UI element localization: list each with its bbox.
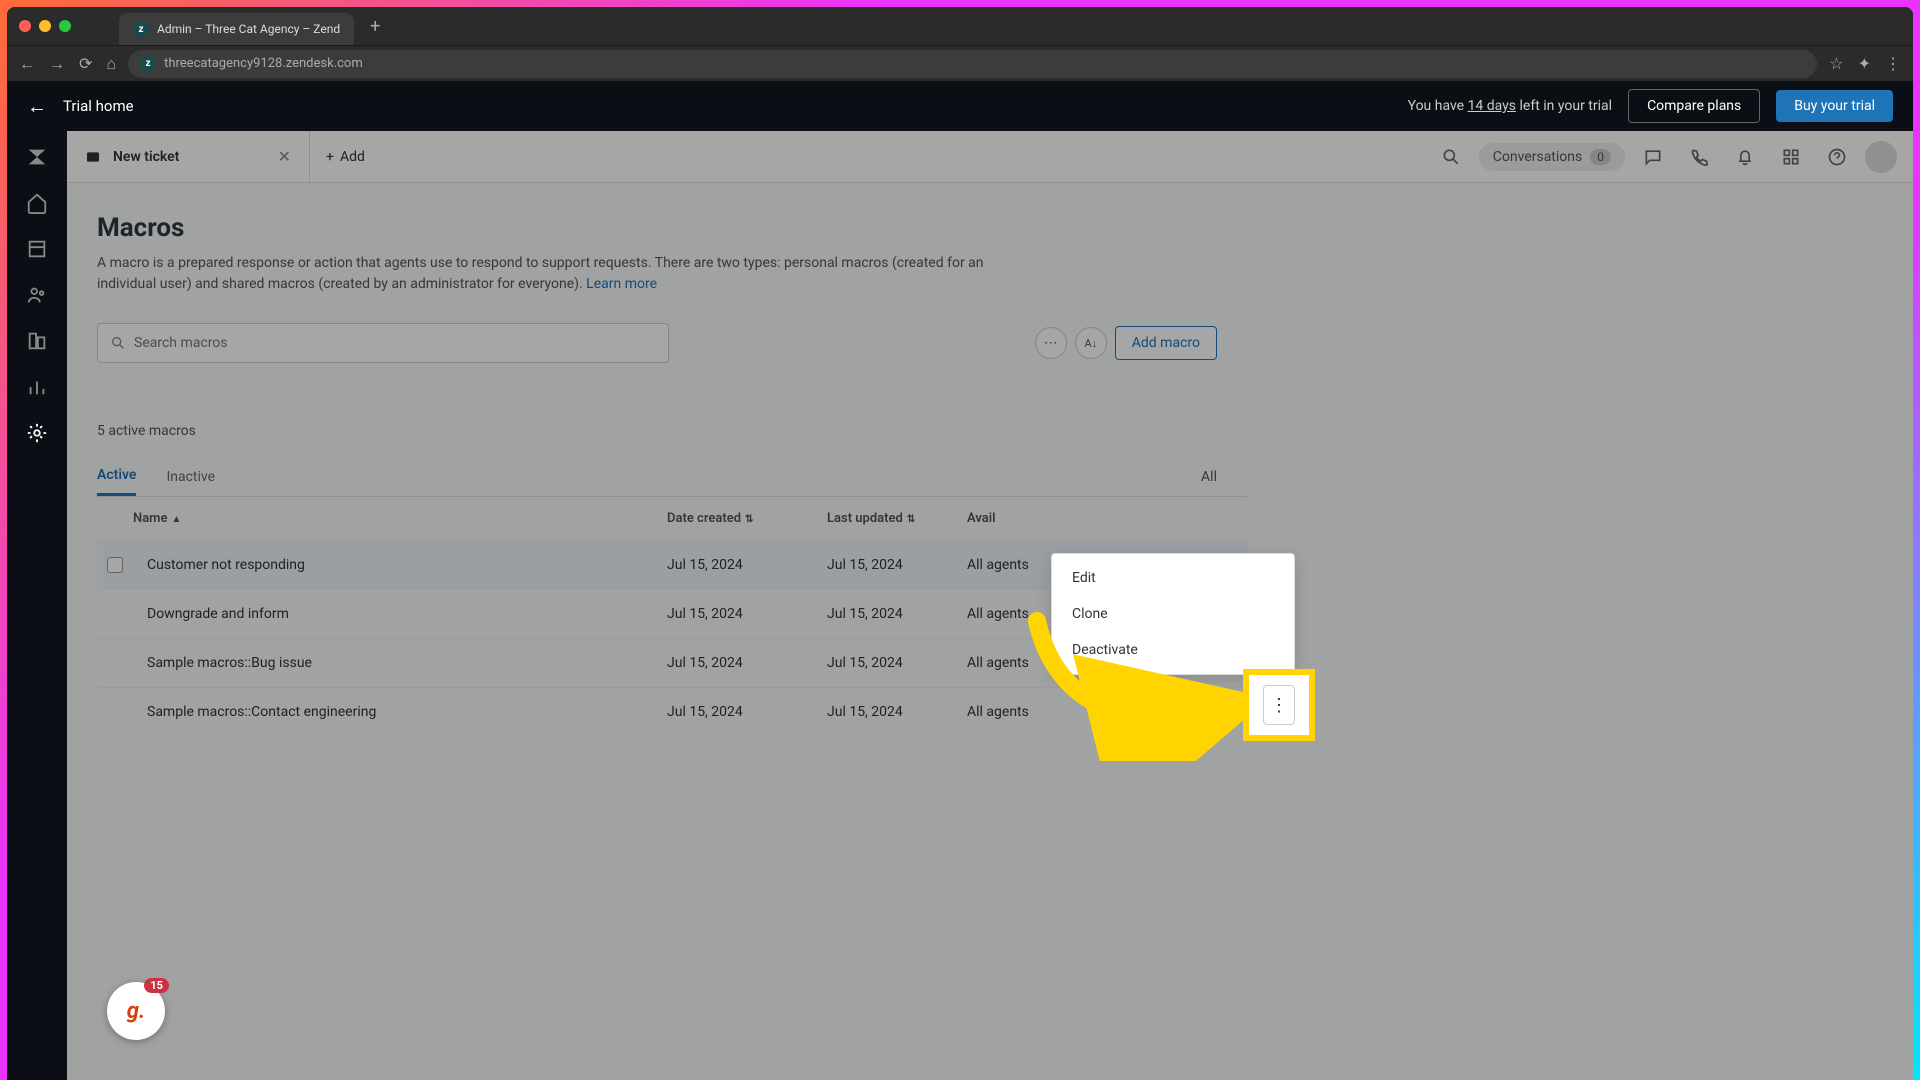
- search-macros-input[interactable]: [97, 323, 669, 363]
- page-title: Macros: [97, 213, 1247, 243]
- zendesk-favicon-icon: z: [133, 21, 149, 37]
- menu-clone[interactable]: Clone: [1052, 596, 1294, 632]
- buy-trial-button[interactable]: Buy your trial: [1776, 90, 1893, 122]
- sidebar-reports-icon[interactable]: [25, 375, 49, 399]
- tab-inactive[interactable]: Inactive: [166, 459, 215, 495]
- add-macro-button[interactable]: Add macro: [1115, 326, 1217, 360]
- window-minimize-icon[interactable]: [39, 20, 51, 32]
- header-availability[interactable]: Avail: [967, 511, 1107, 526]
- url-input[interactable]: z threecatagency9128.zendesk.com: [128, 50, 1817, 78]
- help-widget[interactable]: g. 15: [107, 982, 165, 1040]
- plus-icon: +: [326, 149, 334, 165]
- row-actions-button[interactable]: ⋮: [1263, 685, 1295, 725]
- browser-menu-icon[interactable]: ⋮: [1885, 54, 1901, 73]
- window-maximize-icon[interactable]: [59, 20, 71, 32]
- site-favicon-icon: z: [140, 56, 156, 72]
- url-text: threecatagency9128.zendesk.com: [164, 56, 363, 71]
- more-options-button[interactable]: ⋯: [1035, 327, 1067, 359]
- help-widget-icon: g.: [127, 999, 145, 1024]
- extensions-icon[interactable]: ✦: [1858, 54, 1871, 73]
- help-widget-count: 15: [144, 978, 169, 993]
- row-context-menu: Edit Clone Deactivate: [1051, 553, 1295, 675]
- filter-dropdown[interactable]: All: [1201, 469, 1217, 485]
- nav-back-icon[interactable]: ←: [19, 54, 35, 74]
- row-checkbox[interactable]: [107, 557, 123, 573]
- macro-count: 5 active macros: [97, 423, 1247, 439]
- ticket-icon: [85, 149, 101, 165]
- new-tab-button[interactable]: +: [370, 16, 380, 37]
- trial-home-link[interactable]: Trial home: [63, 97, 134, 115]
- ticket-close-icon[interactable]: ✕: [278, 147, 291, 166]
- conv-count-badge: 0: [1590, 149, 1611, 165]
- page-description: A macro is a prepared response or action…: [97, 253, 1037, 295]
- sidebar-admin-icon[interactable]: [25, 421, 49, 445]
- ticket-tab[interactable]: New ticket ✕: [67, 131, 310, 182]
- browser-address-bar: ← → ⟳ ⌂ z threecatagency9128.zendesk.com…: [7, 45, 1913, 81]
- trial-bar: ← Trial home You have 14 days left in yo…: [7, 81, 1913, 131]
- header-created[interactable]: Date created⇅: [667, 511, 827, 526]
- sidebar-zendesk-icon[interactable]: [25, 145, 49, 169]
- learn-more-link[interactable]: Learn more: [586, 276, 657, 292]
- help-icon[interactable]: [1819, 139, 1855, 175]
- nav-reload-icon[interactable]: ⟳: [79, 54, 92, 74]
- nav-home-icon[interactable]: ⌂: [106, 54, 116, 74]
- sidebar: [7, 131, 67, 1080]
- sidebar-org-icon[interactable]: [25, 329, 49, 353]
- nav-forward-icon[interactable]: →: [49, 54, 65, 74]
- bell-icon[interactable]: [1727, 139, 1763, 175]
- browser-titlebar: z Admin – Three Cat Agency – Zend +: [7, 7, 1913, 45]
- phone-icon[interactable]: [1681, 139, 1717, 175]
- search-icon: [110, 335, 126, 351]
- star-icon[interactable]: ☆: [1829, 54, 1843, 73]
- menu-edit[interactable]: Edit: [1052, 560, 1294, 596]
- chat-icon[interactable]: [1635, 139, 1671, 175]
- sort-icon: ⇅: [745, 514, 753, 525]
- apps-icon[interactable]: [1773, 139, 1809, 175]
- sidebar-views-icon[interactable]: [25, 237, 49, 261]
- conversations-pill[interactable]: Conversations 0: [1479, 143, 1625, 171]
- trial-back-icon[interactable]: ←: [27, 94, 47, 119]
- workspace-topbar: New ticket ✕ + Add Conversations 0: [67, 131, 1913, 183]
- tab-title: Admin – Three Cat Agency – Zend: [157, 22, 340, 36]
- search-icon[interactable]: [1433, 139, 1469, 175]
- header-updated[interactable]: Last updated⇅: [827, 511, 967, 526]
- table-row[interactable]: Sample macros::Contact engineering Jul 1…: [97, 687, 1247, 736]
- user-avatar[interactable]: [1865, 141, 1897, 173]
- browser-tab[interactable]: z Admin – Three Cat Agency – Zend: [119, 13, 354, 45]
- sidebar-customers-icon[interactable]: [25, 283, 49, 307]
- sort-az-button[interactable]: A↓: [1075, 327, 1107, 359]
- compare-plans-button[interactable]: Compare plans: [1628, 89, 1760, 123]
- sort-asc-icon: ▲: [171, 514, 181, 525]
- add-tab-button[interactable]: + Add: [310, 149, 381, 165]
- ticket-tab-label: New ticket: [113, 149, 266, 165]
- sidebar-home-icon[interactable]: [25, 191, 49, 215]
- tab-active[interactable]: Active: [97, 457, 136, 496]
- menu-deactivate[interactable]: Deactivate: [1052, 632, 1294, 668]
- sort-icon: ⇅: [907, 514, 915, 525]
- header-name[interactable]: Name▲: [133, 511, 667, 526]
- annotation-highlight: ⋮: [1243, 669, 1315, 741]
- window-close-icon[interactable]: [19, 20, 31, 32]
- trial-message: You have 14 days left in your trial: [1408, 98, 1612, 114]
